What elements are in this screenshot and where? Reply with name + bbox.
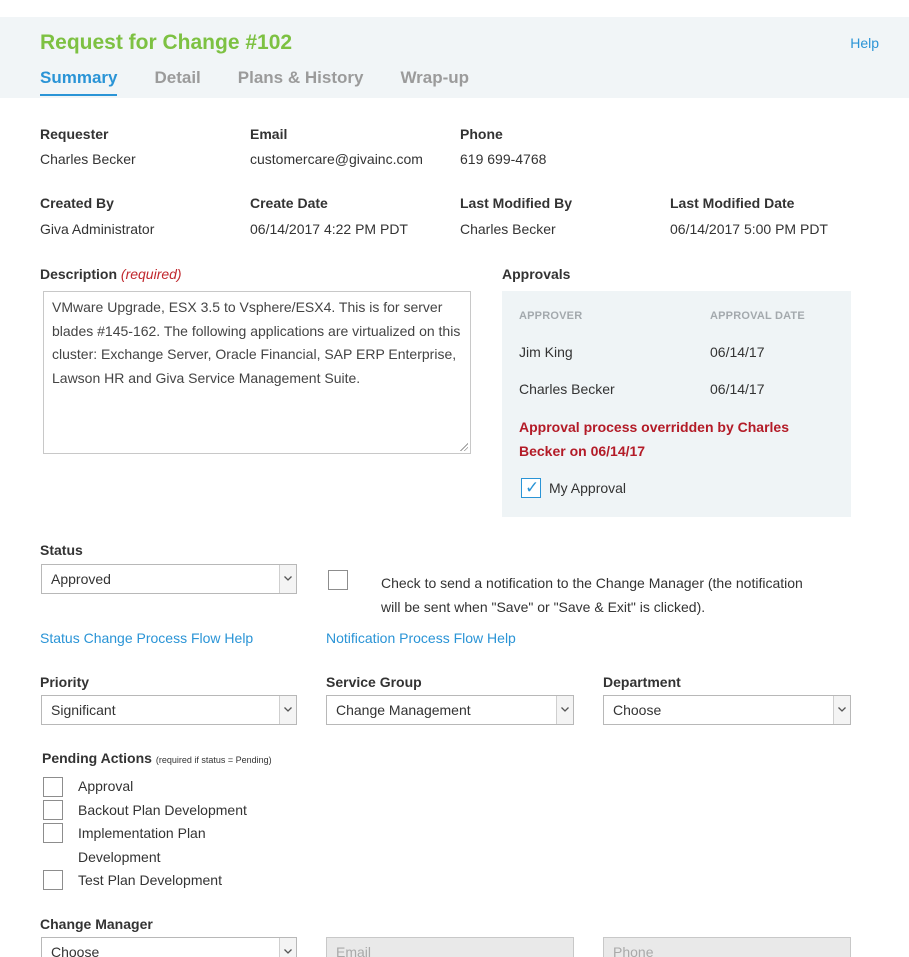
description-text: VMware Upgrade, ESX 3.5 to Vsphere/ESX4.… bbox=[52, 299, 461, 386]
chevron-down-icon bbox=[279, 565, 296, 593]
last-modified-by-value: Charles Becker bbox=[460, 221, 556, 237]
priority-selected-value: Significant bbox=[51, 702, 116, 718]
tab-detail[interactable]: Detail bbox=[154, 68, 200, 96]
priority-select[interactable]: Significant bbox=[41, 695, 297, 725]
requester-label: Requester bbox=[40, 126, 109, 142]
notify-description: Check to send a notification to the Chan… bbox=[381, 575, 803, 615]
approvals-panel: APPROVER APPROVAL DATE Jim King 06/14/17… bbox=[502, 291, 851, 517]
pending-implementation-plan-label: Implementation Plan Development bbox=[78, 825, 206, 865]
my-approval-label: My Approval bbox=[549, 480, 627, 496]
chevron-down-icon bbox=[556, 696, 573, 724]
page-title: Request for Change #102 bbox=[40, 31, 293, 54]
pending-actions-note: (required if status = Pending) bbox=[155, 755, 272, 765]
service-group-label: Service Group bbox=[326, 674, 422, 690]
email-value: customercare@givainc.com bbox=[250, 151, 423, 167]
tab-wrap-up[interactable]: Wrap-up bbox=[400, 68, 469, 96]
phone-value: 619 699-4768 bbox=[460, 151, 547, 167]
rfc-page: Request for Change #102 Help Summary Det… bbox=[0, 0, 909, 957]
status-label: Status bbox=[40, 542, 83, 558]
change-manager-email-field: Email bbox=[326, 937, 574, 957]
pending-test-plan-label: Test Plan Development bbox=[78, 872, 222, 888]
created-by-label: Created By bbox=[40, 195, 114, 211]
approver-name: Charles Becker bbox=[519, 381, 615, 397]
status-change-help-link[interactable]: Status Change Process Flow Help bbox=[40, 630, 253, 646]
change-manager-label: Change Manager bbox=[40, 916, 153, 932]
email-placeholder: Email bbox=[336, 944, 372, 957]
status-select[interactable]: Approved bbox=[41, 564, 297, 594]
create-date-label: Create Date bbox=[250, 195, 328, 211]
chevron-down-icon bbox=[279, 938, 296, 957]
department-label: Department bbox=[603, 674, 681, 690]
tab-summary[interactable]: Summary bbox=[40, 68, 118, 96]
change-manager-selected-value: Choose bbox=[51, 944, 100, 957]
service-group-selected-value: Change Management bbox=[336, 702, 471, 718]
requester-value: Charles Becker bbox=[40, 151, 136, 167]
approvals-label: Approvals bbox=[502, 266, 571, 282]
service-group-select[interactable]: Change Management bbox=[326, 695, 574, 725]
resize-grip-icon[interactable] bbox=[459, 442, 468, 451]
chevron-down-icon bbox=[833, 696, 850, 724]
pending-approval-checkbox[interactable] bbox=[43, 777, 63, 797]
create-date-value: 06/14/2017 4:22 PM PDT bbox=[250, 221, 408, 237]
pending-actions-label: Pending Actions (required if status = Pe… bbox=[42, 750, 272, 766]
tab-bar: Summary Detail Plans & History Wrap-up bbox=[40, 68, 506, 96]
notify-change-manager-checkbox[interactable] bbox=[328, 570, 348, 590]
help-link[interactable]: Help bbox=[850, 35, 879, 51]
pending-backout-plan-label: Backout Plan Development bbox=[78, 802, 247, 818]
created-by-value: Giva Administrator bbox=[40, 221, 155, 237]
approver-name: Jim King bbox=[519, 344, 573, 360]
checkmark-icon: ✓ bbox=[525, 478, 540, 497]
page-header: Request for Change #102 Help Summary Det… bbox=[0, 17, 909, 98]
phone-label: Phone bbox=[460, 126, 503, 142]
last-modified-date-label: Last Modified Date bbox=[670, 195, 795, 211]
description-label-text: Description bbox=[40, 266, 118, 282]
last-modified-by-label: Last Modified By bbox=[460, 195, 573, 211]
approval-date-column-header: APPROVAL DATE bbox=[710, 310, 805, 322]
change-manager-select[interactable]: Choose bbox=[41, 937, 297, 957]
pending-approval-label: Approval bbox=[78, 778, 134, 794]
notification-help-link[interactable]: Notification Process Flow Help bbox=[326, 630, 516, 646]
status-selected-value: Approved bbox=[51, 571, 111, 587]
priority-label: Priority bbox=[40, 674, 90, 690]
department-selected-value: Choose bbox=[613, 702, 662, 718]
pending-actions-label-text: Pending Actions bbox=[42, 750, 152, 766]
pending-implementation-plan-checkbox[interactable] bbox=[43, 823, 63, 843]
pending-test-plan-checkbox[interactable] bbox=[43, 870, 63, 890]
approver-column-header: APPROVER bbox=[519, 310, 583, 322]
required-marker: (required) bbox=[120, 266, 182, 282]
last-modified-date-value: 06/14/2017 5:00 PM PDT bbox=[670, 221, 828, 237]
description-textarea[interactable]: VMware Upgrade, ESX 3.5 to Vsphere/ESX4.… bbox=[43, 291, 471, 454]
phone-placeholder: Phone bbox=[613, 944, 654, 957]
my-approval-checkbox[interactable]: ✓ bbox=[521, 478, 541, 498]
approval-date: 06/14/17 bbox=[710, 344, 765, 360]
approval-date: 06/14/17 bbox=[710, 381, 765, 397]
department-select[interactable]: Choose bbox=[603, 695, 851, 725]
description-label: Description (required) bbox=[40, 266, 182, 282]
chevron-down-icon bbox=[279, 696, 296, 724]
email-label: Email bbox=[250, 126, 288, 142]
change-manager-phone-field: Phone bbox=[603, 937, 851, 957]
tab-plans-history[interactable]: Plans & History bbox=[238, 68, 364, 96]
pending-backout-plan-checkbox[interactable] bbox=[43, 800, 63, 820]
override-message: Approval process overridden by Charles B… bbox=[519, 419, 789, 459]
